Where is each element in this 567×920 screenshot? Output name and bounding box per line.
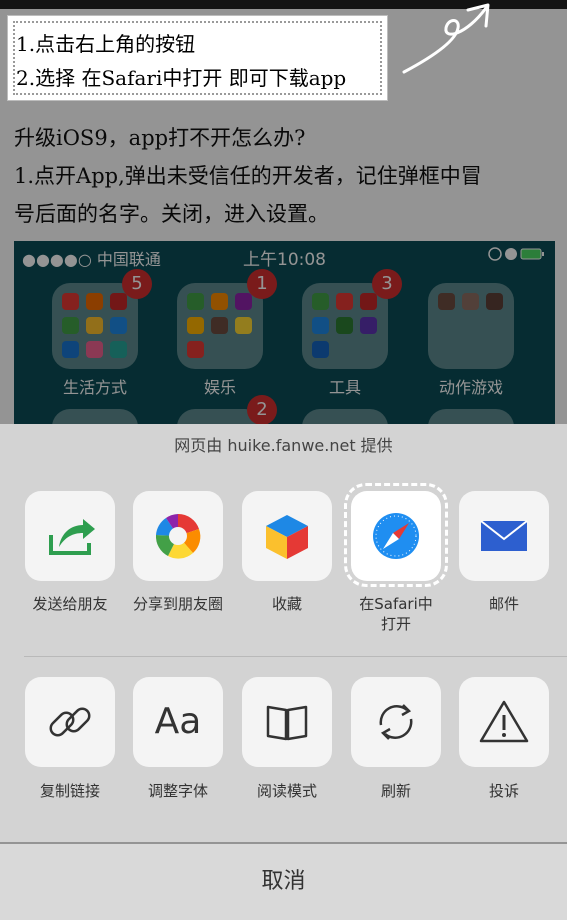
- book-icon: [266, 705, 308, 741]
- send-to-friend-icon: [49, 519, 95, 555]
- open-in-safari-label: 在Safari中 打开: [359, 595, 433, 633]
- adjust-font-label: 调整字体: [147, 782, 208, 800]
- provider-text: 网页由 huike.fanwe.net 提供: [174, 436, 393, 455]
- share-moments-button[interactable]: [133, 491, 223, 581]
- report-label: 投诉: [488, 782, 519, 800]
- refresh-icon: [379, 704, 413, 740]
- refresh-button[interactable]: [351, 677, 441, 767]
- mail-label: 邮件: [488, 595, 519, 613]
- tip-line-1: 1.点击右上角的按钮: [16, 32, 196, 56]
- share-moments-label: 分享到朋友圈: [132, 595, 223, 613]
- reading-mode-label: 阅读模式: [256, 782, 317, 800]
- adjust-font-button[interactable]: Aa: [133, 677, 223, 767]
- copy-link-label: 复制链接: [39, 782, 100, 800]
- share-sheet: 网页由 huike.fanwe.net 提供 发送给朋友 分享到朋友圈 收藏 在…: [0, 424, 567, 842]
- warning-icon: [479, 700, 529, 743]
- instruction-tip: 1.点击右上角的按钮 2.选择 在Safari中打开 即可下载app: [8, 16, 387, 100]
- mail-envelope-icon: [480, 520, 528, 551]
- reading-mode-button[interactable]: [242, 677, 332, 767]
- send-to-friend-button[interactable]: [25, 491, 115, 581]
- link-icon: [49, 707, 91, 737]
- send-to-friend-label: 发送给朋友: [32, 595, 108, 613]
- moments-icon: [155, 513, 201, 559]
- favorites-button[interactable]: [242, 491, 332, 581]
- cancel-button[interactable]: 取消: [0, 844, 567, 920]
- refresh-label: 刷新: [380, 782, 411, 800]
- mail-button[interactable]: [459, 491, 549, 581]
- favorites-label: 收藏: [271, 595, 302, 613]
- favorites-cube-icon: [266, 515, 308, 559]
- tip-line-2: 2.选择 在Safari中打开 即可下载app: [16, 66, 347, 90]
- report-button[interactable]: [459, 677, 549, 767]
- pointer-arrow-icon: [402, 3, 490, 74]
- sheet-separator: [24, 656, 567, 657]
- copy-link-button[interactable]: [25, 677, 115, 767]
- safari-highlight-outline: [344, 483, 448, 587]
- font-aa-icon: Aa: [154, 701, 202, 742]
